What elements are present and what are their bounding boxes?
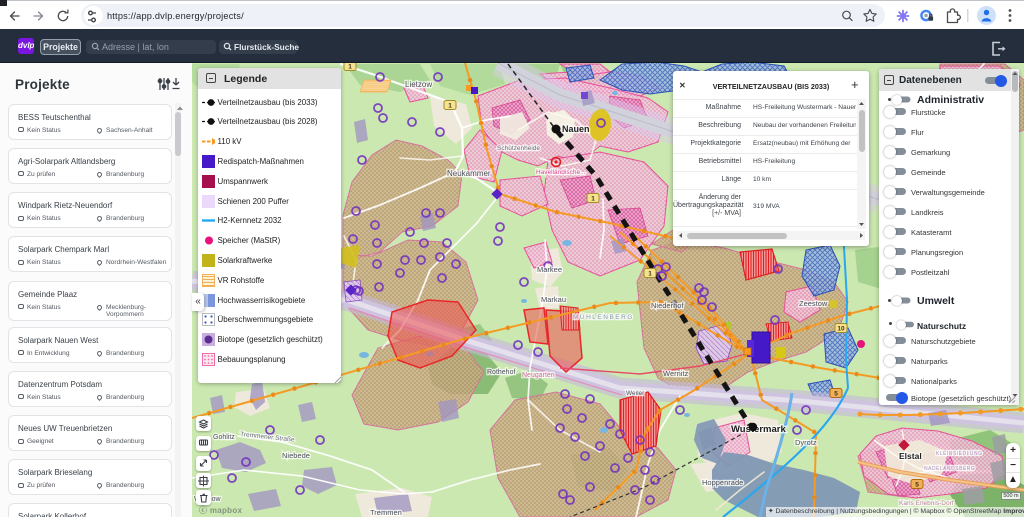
svg-text:MÜHLENBERG: MÜHLENBERG: [573, 313, 634, 321]
svg-text:Rothehof: Rothehof: [487, 369, 515, 376]
svg-text:Wustermark: Wustermark: [731, 424, 786, 435]
svg-text:Neukammer: Neukammer: [447, 169, 491, 178]
svg-text:Gohlitz: Gohlitz: [213, 434, 235, 441]
svg-text:5: 5: [915, 482, 919, 489]
svg-text:Markau: Markau: [541, 295, 566, 304]
svg-text:1: 1: [448, 103, 452, 110]
svg-text:Nauen: Nauen: [562, 124, 590, 134]
svg-text:Zeestow: Zeestow: [799, 299, 828, 308]
svg-text:KLEINSIEDLUNG: KLEINSIEDLUNG: [936, 451, 983, 457]
svg-text:Tremmen: Tremmen: [370, 508, 402, 517]
svg-text:1: 1: [591, 196, 595, 203]
svg-text:Markee: Markee: [537, 265, 562, 274]
svg-text:Dyrotz: Dyrotz: [795, 438, 817, 447]
svg-text:Niebede: Niebede: [282, 451, 310, 460]
svg-text:Lietzow: Lietzow: [405, 80, 432, 89]
svg-text:Hoppenrade: Hoppenrade: [702, 478, 743, 487]
svg-text:Niederhof: Niederhof: [651, 301, 684, 310]
svg-text:10: 10: [837, 326, 845, 333]
svg-text:Wernitz: Wernitz: [663, 369, 689, 378]
svg-text:5: 5: [834, 391, 838, 398]
svg-text:Weiler: Weiler: [626, 390, 645, 397]
svg-text:NADELANDSBERG: NADELANDSBERG: [924, 466, 975, 472]
svg-text:Karls Erlebnis-Dorf: Karls Erlebnis-Dorf: [899, 500, 954, 507]
svg-text:Elstal: Elstal: [899, 451, 922, 461]
svg-text:1: 1: [648, 271, 652, 278]
svg-text:Havelländische...: Havelländische...: [536, 169, 586, 176]
svg-text:Schützenheide: Schützenheide: [497, 145, 540, 152]
svg-text:Neugarten: Neugarten: [522, 372, 555, 379]
svg-text:1: 1: [348, 64, 352, 71]
